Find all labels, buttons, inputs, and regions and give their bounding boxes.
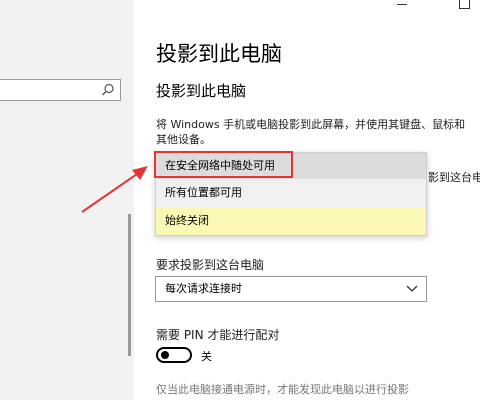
request-projection-label: 要求投影到这台电脑: [156, 258, 265, 272]
description: 将 Windows 手机或电脑投影到此屏幕，并使用其键盘、鼠标和 其他设备。: [156, 117, 480, 147]
chevron-down-icon: [406, 285, 418, 292]
toggle-knob: [161, 351, 169, 359]
page-title: 投影到此电脑: [156, 42, 282, 66]
power-note: 仅当此电脑接通电源时，才能发现此电脑以进行投影: [156, 383, 409, 396]
search-icon: [102, 83, 114, 96]
minimize-icon[interactable]: [388, 0, 418, 16]
request-projection-value: 每次请求连接时: [165, 282, 242, 295]
navigation-pane: [0, 0, 134, 400]
dropdown-option-everywhere[interactable]: 所有位置都可用: [156, 180, 426, 206]
pin-toggle-state: 关: [201, 350, 212, 363]
annotation-highlight-box: [154, 151, 293, 178]
description-line: 将 Windows 手机或电脑投影到此屏幕，并使用其键盘、鼠标和: [156, 118, 466, 131]
description-side-text: 影到这台电: [428, 171, 480, 184]
description-line: 其他设备。: [156, 133, 211, 146]
dropdown-option-always-off[interactable]: 始终关闭: [156, 207, 426, 235]
section-title: 投影到此电脑: [156, 82, 247, 100]
request-projection-select[interactable]: 每次请求连接时: [155, 276, 427, 302]
maximize-icon[interactable]: [450, 0, 480, 16]
pin-label: 需要 PIN 才能进行配对: [156, 328, 280, 342]
scrollbar[interactable]: [128, 214, 131, 356]
pin-toggle[interactable]: [156, 347, 192, 363]
search-input[interactable]: [0, 79, 121, 101]
